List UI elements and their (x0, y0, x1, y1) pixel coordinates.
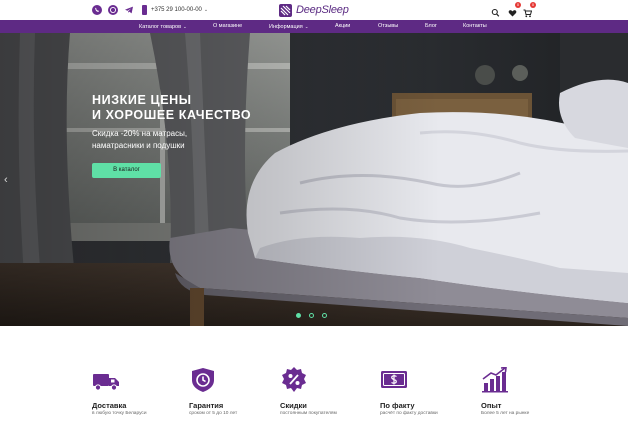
phone-text[interactable]: +375 29 100-00-00 (151, 7, 202, 13)
phone-number[interactable]: +375 29 100-00-00 ⌄ (151, 5, 208, 15)
nav-item-label[interactable]: Блог (425, 23, 437, 29)
feature-title: Доставка (92, 401, 127, 410)
feature-title: Гарантия (189, 401, 224, 410)
chevron-down-icon[interactable]: ⌄ (305, 24, 309, 29)
favorites-count-badge: 0 (515, 2, 521, 8)
cart-icon[interactable]: 0 (523, 2, 536, 18)
feature-desc: в любую точку Беларуси (92, 411, 147, 416)
feature-title: По факту (380, 401, 415, 410)
nav-item-about[interactable]: О магазине (213, 20, 242, 33)
slider-dot-1[interactable] (296, 313, 301, 318)
shield-clock-icon (192, 368, 214, 392)
main-nav: Каталог товаров ⌄ О магазине Информация ⌄ … (0, 20, 628, 33)
truck-icon (93, 374, 119, 391)
cash-icon (381, 371, 407, 388)
feature-title: Скидки (280, 401, 307, 410)
nav-item-blog[interactable]: Блог (425, 20, 437, 33)
whatsapp-icon[interactable] (108, 5, 118, 15)
feature-title: Опыт (481, 401, 502, 410)
discount-badge-icon (282, 367, 306, 392)
feature-desc: сроком от 5 до 10 лет (189, 411, 238, 416)
growth-chart-icon (482, 367, 508, 393)
nav-item-label[interactable]: Информация (269, 24, 303, 30)
feature-desc: Более 5 лет на рынке (481, 411, 530, 416)
logo-text: DeepSleep (296, 4, 349, 16)
hero-subtitle-line1: Скидка -20% на матрасы, (92, 129, 188, 138)
chevron-down-icon[interactable]: ⌄ (183, 24, 187, 29)
nav-item-catalog[interactable]: Каталог товаров ⌄ (139, 20, 187, 33)
hero-subtitle-line2: наматрасники и подушки (92, 141, 185, 150)
hero-title-line2: И ХОРОШЕЕ КАЧЕСТВО (92, 108, 252, 122)
nav-item-promo[interactable]: Акции (335, 20, 350, 33)
nav-item-contacts[interactable]: Контакты (463, 20, 487, 33)
nav-item-label[interactable]: Каталог товаров (139, 24, 181, 30)
phone-icon (142, 5, 147, 15)
nav-item-label[interactable]: Акции (335, 23, 350, 29)
slider-dot-3[interactable] (322, 313, 327, 318)
viber-icon[interactable] (92, 5, 102, 15)
search-icon[interactable] (491, 5, 500, 17)
top-header: +375 29 100-00-00 ⌄ DeepSleep 0 0 (0, 0, 628, 20)
site-logo[interactable]: DeepSleep (279, 3, 349, 17)
cart-count-badge: 0 (530, 2, 536, 8)
catalog-button[interactable]: В каталог (92, 163, 161, 178)
hero-subtitle: Скидка -20% на матрасы, наматрасники и п… (92, 128, 187, 152)
logo-mark-icon (279, 3, 292, 17)
slider-dot-2[interactable] (309, 313, 314, 318)
hero-slider: НИЗКИЕ ЦЕНЫ И ХОРОШЕЕ КАЧЕСТВО Скидка -2… (0, 33, 628, 326)
nav-item-label[interactable]: Отзывы (378, 23, 398, 29)
favorites-icon[interactable]: 0 (508, 2, 521, 17)
nav-item-reviews[interactable]: Отзывы (378, 20, 398, 33)
hero-bedroom-image (0, 33, 628, 326)
hero-title: НИЗКИЕ ЦЕНЫ И ХОРОШЕЕ КАЧЕСТВО (92, 93, 251, 123)
feature-desc: постоянным покупателям (280, 411, 337, 416)
nav-item-label[interactable]: О магазине (213, 23, 242, 29)
chevron-down-icon[interactable]: ⌄ (204, 7, 208, 13)
feature-desc: расчёт по факту доставки (380, 411, 438, 416)
nav-item-label[interactable]: Контакты (463, 23, 487, 29)
chevron-left-icon[interactable]: ‹ (4, 174, 8, 186)
nav-item-info[interactable]: Информация ⌄ (269, 20, 308, 33)
telegram-icon[interactable] (124, 5, 134, 15)
hero-title-line1: НИЗКИЕ ЦЕНЫ (92, 93, 192, 107)
